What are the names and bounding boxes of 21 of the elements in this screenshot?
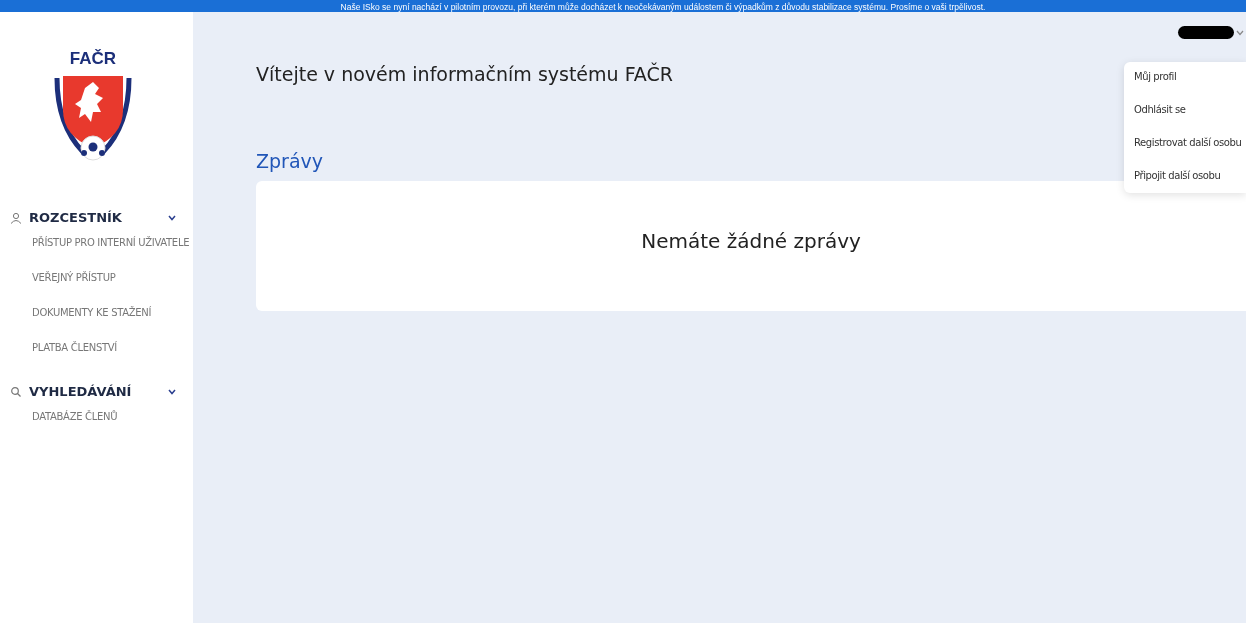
search-icon [10,385,22,398]
empty-message: Nemáte žádné zprávy [641,229,861,253]
section-title[interactable]: ROZCESTNÍK [29,210,161,225]
logo-text: FAČR [69,50,117,68]
sidebar-link[interactable]: VEŘEJNÝ PŘÍSTUP [32,272,193,284]
menu-item[interactable]: Odhlásit se [1134,103,1246,117]
notice-text: Naše ISko se nyní nachází v pilotním provozu, při kterém může docházet k neočekávaným událostem či výpadkům z důvodu stabilizace systému. Prosíme o vaši trpělivost. [340,2,986,12]
sidebar-link[interactable]: PŘÍSTUP PRO INTERNÍ UŽIVATELE [32,237,193,249]
chevron-icon[interactable] [168,388,176,395]
user-icon [10,211,22,224]
page-title: Vítejte v novém informačním systému FAČR [256,62,673,86]
sidebar-link[interactable]: DOKUMENTY KE STAŽENÍ [32,307,193,319]
redacted-username [1178,26,1234,39]
chevron-icon[interactable] [168,214,176,221]
section-title[interactable]: VYHLEDÁVÁNÍ [29,384,161,399]
sidebar-link[interactable]: PLATBA ČLENSTVÍ [32,342,193,354]
menu-item[interactable]: Připojit další osobu [1134,169,1246,183]
section-heading: Zprávy [256,149,324,173]
menu-item[interactable]: Můj profil [1134,70,1246,84]
menu-item[interactable]: Registrovat další osobu [1134,136,1246,150]
sidebar-link[interactable]: DATABÁZE ČLENŮ [32,411,193,423]
